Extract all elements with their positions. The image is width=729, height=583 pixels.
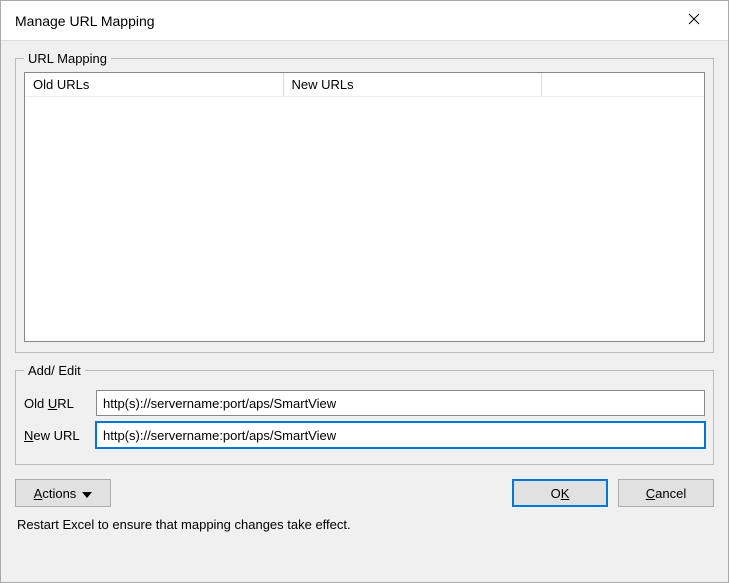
- old-url-input[interactable]: [96, 390, 705, 416]
- close-button[interactable]: [674, 6, 714, 36]
- close-icon: [688, 13, 700, 28]
- right-buttons: OK Cancel: [512, 479, 714, 507]
- new-url-input[interactable]: [96, 422, 705, 448]
- col-spacer: [541, 73, 704, 97]
- add-edit-group: Add/ Edit Old URL New URL: [15, 363, 714, 465]
- col-new-urls[interactable]: New URLs: [283, 73, 541, 97]
- old-url-row: Old URL: [24, 390, 705, 416]
- ok-label: OK: [551, 486, 570, 501]
- new-url-label: New URL: [24, 428, 96, 443]
- window-title: Manage URL Mapping: [15, 13, 155, 29]
- ok-button[interactable]: OK: [512, 479, 608, 507]
- button-row: Actions OK Cancel: [15, 475, 714, 511]
- add-edit-legend: Add/ Edit: [24, 363, 85, 378]
- actions-button[interactable]: Actions: [15, 479, 111, 507]
- chevron-down-icon: [82, 486, 92, 501]
- table-header-row: Old URLs New URLs: [25, 73, 704, 97]
- cancel-label: Cancel: [646, 486, 686, 501]
- actions-label: Actions: [34, 486, 77, 501]
- url-mapping-table: Old URLs New URLs: [25, 73, 704, 97]
- dialog-window: Manage URL Mapping URL Mapping Ol: [0, 0, 729, 583]
- url-mapping-group: URL Mapping Old URLs New URLs: [15, 51, 714, 353]
- url-mapping-legend: URL Mapping: [24, 51, 111, 66]
- url-mapping-table-container[interactable]: Old URLs New URLs: [24, 72, 705, 342]
- title-bar: Manage URL Mapping: [1, 1, 728, 41]
- hint-text: Restart Excel to ensure that mapping cha…: [15, 511, 714, 532]
- new-url-row: New URL: [24, 422, 705, 448]
- cancel-button[interactable]: Cancel: [618, 479, 714, 507]
- dialog-body: URL Mapping Old URLs New URLs: [1, 41, 728, 582]
- col-old-urls[interactable]: Old URLs: [25, 73, 283, 97]
- old-url-label: Old URL: [24, 396, 96, 411]
